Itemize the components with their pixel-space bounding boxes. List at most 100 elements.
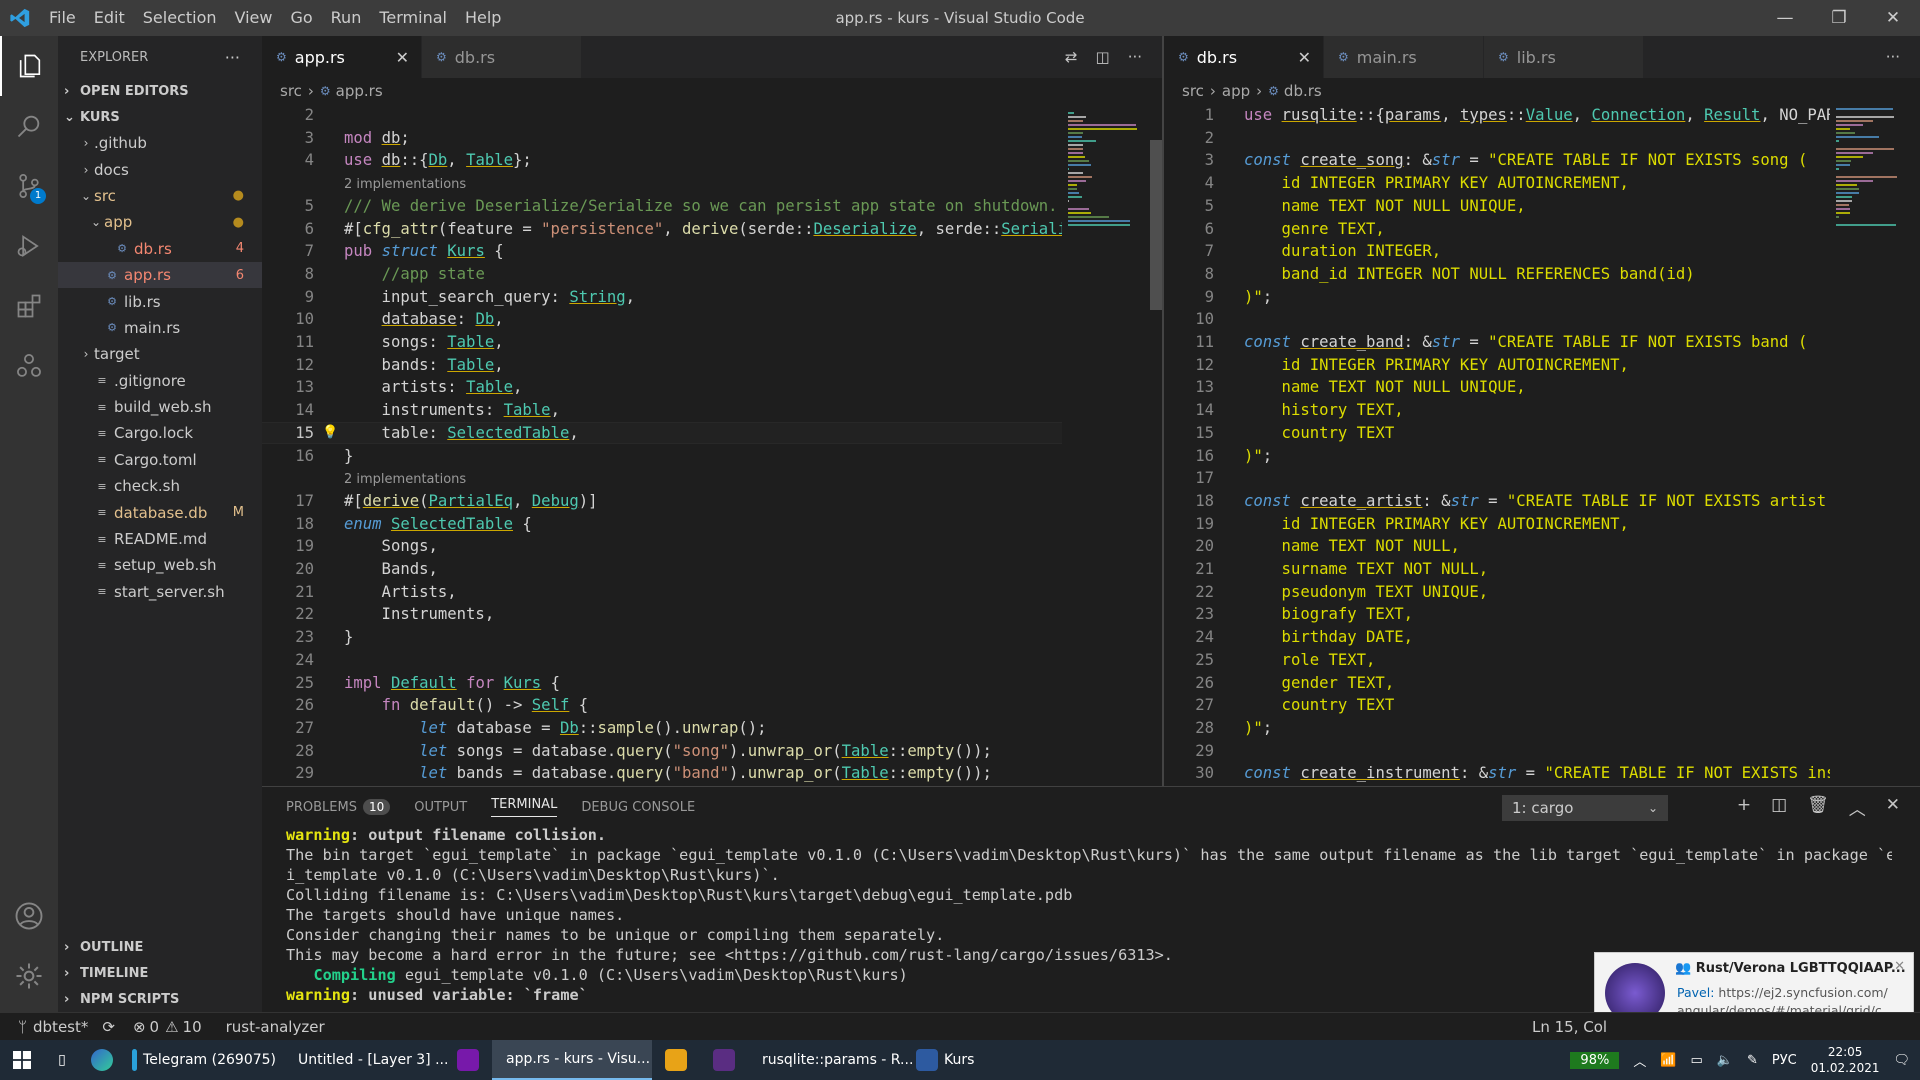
restore-button[interactable]: ❐ xyxy=(1812,0,1866,36)
code-line[interactable]: name TEXT NOT NULL UNIQUE, xyxy=(1244,376,1526,399)
code-line[interactable]: mod db; xyxy=(344,127,410,150)
code-line[interactable]: instruments: Table, xyxy=(344,399,560,422)
tab-main-rs[interactable]: ⚙ main.rs xyxy=(1324,36,1484,78)
code-line[interactable]: impl Default for Kurs { xyxy=(344,672,560,695)
branch-label[interactable]: dbtest* xyxy=(33,1018,88,1036)
code-line[interactable]: history TEXT, xyxy=(1244,399,1404,422)
file-setup-web-sh[interactable]: ≡ setup_web.sh xyxy=(58,552,262,578)
open-editors-section[interactable]: › OPEN EDITORS xyxy=(58,78,262,104)
minimap-1[interactable] xyxy=(1062,104,1162,786)
folder-app[interactable]: ⌄ app ● xyxy=(58,209,262,235)
menu-edit[interactable]: Edit xyxy=(85,8,134,27)
file-readme-md[interactable]: ≡ README.md xyxy=(58,526,262,552)
file-main-rs[interactable]: ⚙ main.rs xyxy=(58,315,262,341)
more-actions-icon[interactable]: ··· xyxy=(225,48,240,67)
extensions-icon[interactable] xyxy=(0,276,58,336)
code-line[interactable]: band_id INTEGER NOT NULL REFERENCES band… xyxy=(1244,263,1695,286)
code-line[interactable]: )"; xyxy=(1244,286,1272,309)
tab-db-rs[interactable]: ⚙ db.rs xyxy=(422,36,582,78)
code-line[interactable]: Artists, xyxy=(344,581,457,604)
kill-terminal-icon[interactable]: 🗑 xyxy=(1807,795,1829,820)
code-line[interactable]: 2 implementations xyxy=(344,467,466,492)
tab-terminal[interactable]: TERMINAL xyxy=(491,797,558,817)
tab-app-rs[interactable]: ⚙ app.rs ✕ xyxy=(262,36,422,78)
code-line[interactable]: surname TEXT NOT NULL, xyxy=(1244,558,1489,581)
source-control-icon[interactable]: 1 xyxy=(0,156,58,216)
code-line[interactable]: name TEXT NOT NULL, xyxy=(1244,535,1460,558)
edge-icon[interactable] xyxy=(80,1040,124,1080)
file--gitignore[interactable]: ≡ .gitignore xyxy=(58,368,262,394)
code-line[interactable]: const create_band: &str = "CREATE TABLE … xyxy=(1244,331,1807,354)
code-line[interactable]: artists: Table, xyxy=(344,376,523,399)
open-changes-icon[interactable]: ⇄ xyxy=(1065,48,1078,66)
file-lib-rs[interactable]: ⚙ lib.rs xyxy=(58,288,262,314)
code-editor-2[interactable]: 1 use rusqlite::{params, types::Value, Co… xyxy=(1164,104,1830,786)
network-icon[interactable]: 📶 xyxy=(1660,1053,1676,1068)
folder--github[interactable]: › .github xyxy=(58,130,262,156)
notifications-icon[interactable]: 🗨 xyxy=(1893,1053,1910,1068)
code-editor-1[interactable]: 2 3 mod db; 4 use db::{Db, Table}; 2 implemen… xyxy=(262,104,1062,786)
code-line[interactable]: genre TEXT, xyxy=(1244,218,1385,241)
taskbar-app-kurs[interactable]: Kurs xyxy=(908,1040,998,1080)
code-line[interactable]: gender TEXT, xyxy=(1244,672,1395,695)
taskbar-app-telegram[interactable]: Telegram (269075) xyxy=(124,1040,284,1080)
split-terminal-icon[interactable]: ◫ xyxy=(1771,795,1787,820)
code-line[interactable]: Songs, xyxy=(344,535,438,558)
explorer-icon[interactable] xyxy=(0,36,58,96)
code-line[interactable]: //app state xyxy=(344,263,485,286)
folder-docs[interactable]: › docs xyxy=(58,156,262,182)
search-icon[interactable] xyxy=(0,96,58,156)
code-line[interactable]: )"; xyxy=(1244,445,1272,468)
code-line[interactable]: id INTEGER PRIMARY KEY AUTOINCREMENT, xyxy=(1244,172,1629,195)
code-line[interactable]: const create_artist: &str = "CREATE TABL… xyxy=(1244,490,1830,513)
language-indicator[interactable]: РУС xyxy=(1772,1053,1797,1068)
menu-file[interactable]: File xyxy=(40,8,85,27)
code-line[interactable]: input_search_query: String, xyxy=(344,286,636,309)
taskbar-app-N[interactable] xyxy=(444,1040,492,1080)
code-line[interactable]: let bands = database.query("band").unwra… xyxy=(344,762,992,785)
clock[interactable]: 22:05 01.02.2021 xyxy=(1811,1044,1880,1076)
code-line[interactable]: songs: Table, xyxy=(344,331,504,354)
file-database-db[interactable]: ≡ database.db M xyxy=(58,499,262,525)
section-npm-scripts[interactable]: › NPM SCRIPTS xyxy=(58,986,262,1012)
close-notification-icon[interactable]: ✕ xyxy=(1894,959,1905,974)
code-line[interactable]: id INTEGER PRIMARY KEY AUTOINCREMENT, xyxy=(1244,354,1629,377)
taskbar-app-rusqliteparams[interactable]: rusqlite::params - R... xyxy=(748,1040,913,1080)
menu-selection[interactable]: Selection xyxy=(134,8,226,27)
section-timeline[interactable]: › TIMELINE xyxy=(58,960,262,986)
tab-output[interactable]: OUTPUT xyxy=(414,800,467,815)
code-line[interactable]: #[cfg_attr(feature = "persistence", deri… xyxy=(344,218,1062,241)
taskbar-app-folder[interactable] xyxy=(652,1040,700,1080)
accounts-icon[interactable] xyxy=(0,886,58,946)
taskbar-app-apprs[interactable]: app.rs - kurs - Visu... xyxy=(492,1040,652,1080)
more-actions-icon[interactable]: ··· xyxy=(1886,48,1900,66)
menu-terminal[interactable]: Terminal xyxy=(370,8,456,27)
run-debug-icon[interactable] xyxy=(0,216,58,276)
close-window-button[interactable]: ✕ xyxy=(1866,0,1920,36)
section-outline[interactable]: › OUTLINE xyxy=(58,934,262,960)
menu-run[interactable]: Run xyxy=(322,8,371,27)
warning-count[interactable]: 10 xyxy=(183,1018,202,1036)
file-cargo-toml[interactable]: ≡ Cargo.toml xyxy=(58,447,262,473)
code-line[interactable]: Bands, xyxy=(344,558,438,581)
tab-problems[interactable]: PROBLEMS 10 xyxy=(286,798,391,815)
settings-gear-icon[interactable] xyxy=(0,946,58,1006)
menu-view[interactable]: View xyxy=(226,8,282,27)
code-line[interactable]: const create_instrument: &str = "CREATE … xyxy=(1244,762,1830,785)
battery-icon[interactable]: ▭ xyxy=(1691,1053,1703,1068)
close-panel-icon[interactable]: ✕ xyxy=(1886,795,1900,820)
close-tab-icon[interactable]: ✕ xyxy=(1298,48,1311,67)
tab-debug-console[interactable]: DEBUG CONSOLE xyxy=(581,800,695,815)
code-line[interactable]: bands: Table, xyxy=(344,354,504,377)
error-count[interactable]: 0 xyxy=(150,1018,160,1036)
code-line[interactable]: role TEXT, xyxy=(1244,649,1376,672)
close-tab-icon[interactable]: ✕ xyxy=(396,48,409,67)
menu-go[interactable]: Go xyxy=(281,8,321,27)
code-line[interactable]: } xyxy=(344,445,353,468)
tab-db-rs-2[interactable]: ⚙ db.rs ✕ xyxy=(1164,36,1324,78)
code-line[interactable]: const create_song: &str = "CREATE TABLE … xyxy=(1244,149,1807,172)
code-line[interactable]: 2 implementations xyxy=(344,172,466,197)
code-line[interactable]: use db::{Db, Table}; xyxy=(344,149,532,172)
code-line[interactable]: let database = Db::sample().unwrap(); xyxy=(344,717,766,740)
code-line[interactable]: database: Db, xyxy=(344,308,504,331)
